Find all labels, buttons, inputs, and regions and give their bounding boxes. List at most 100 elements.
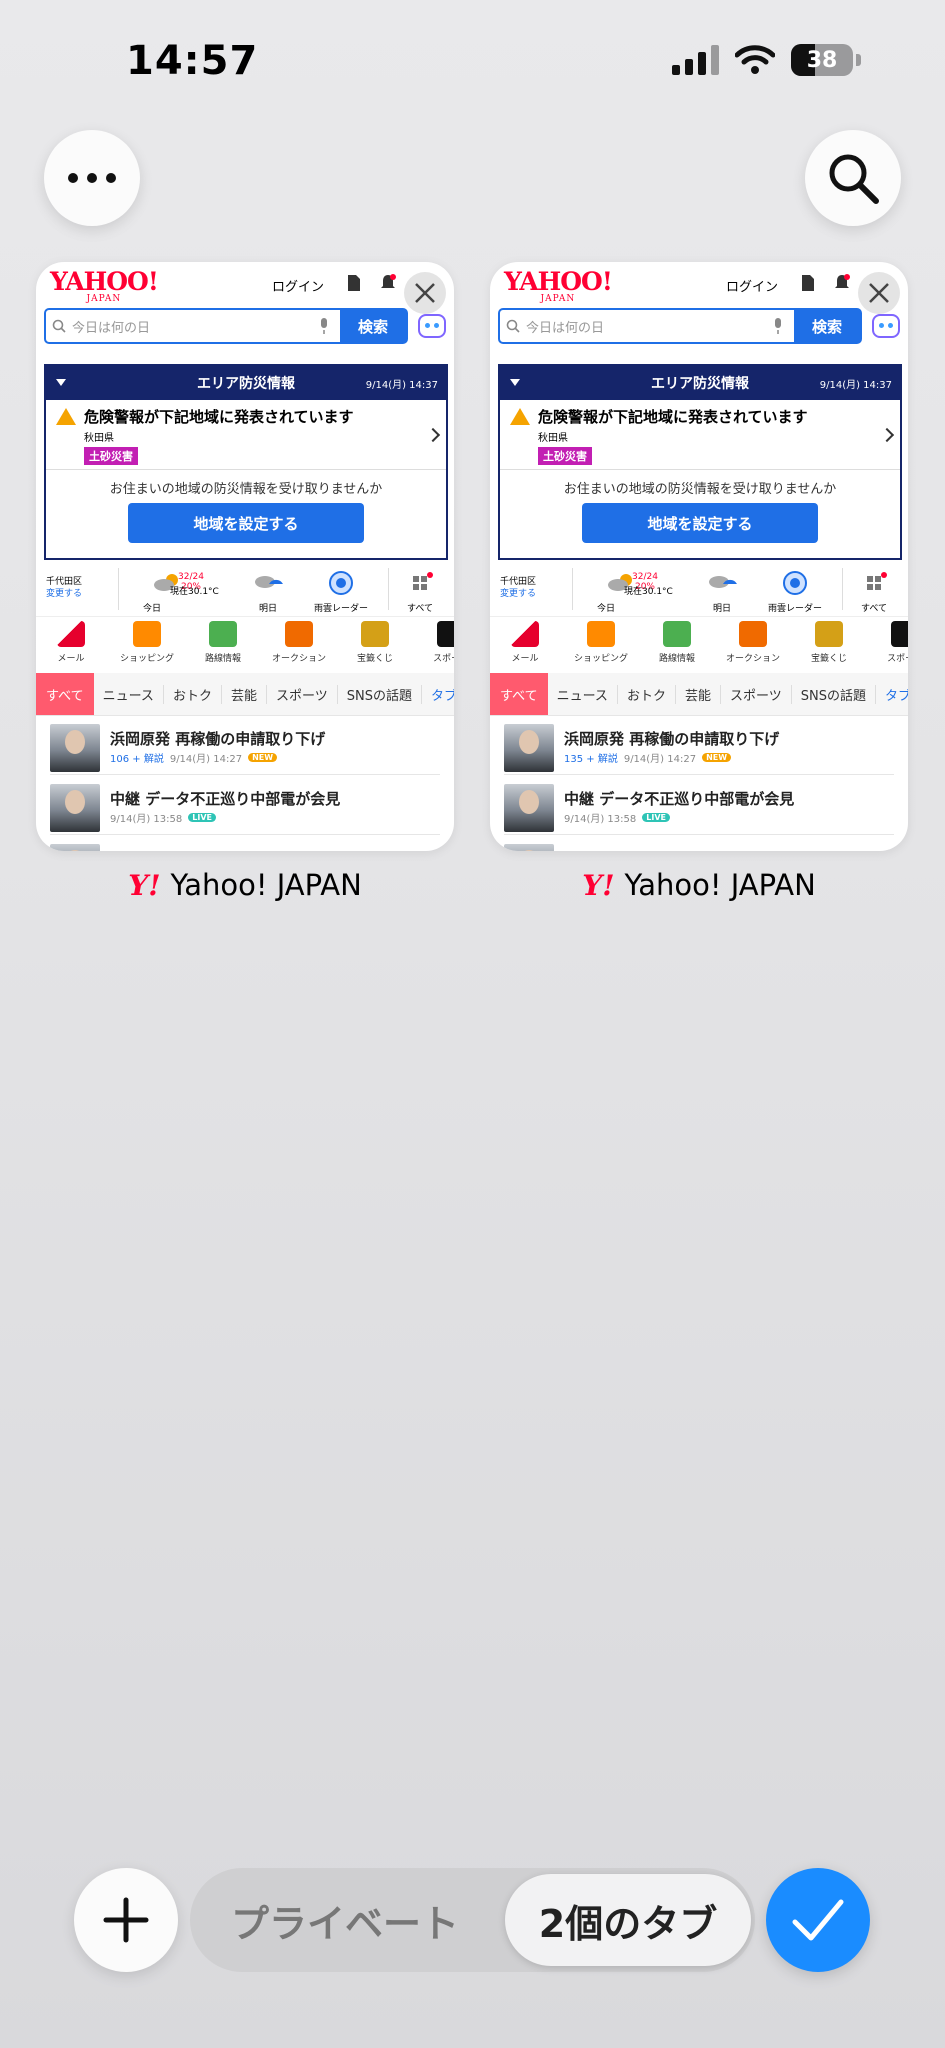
- search-field[interactable]: 今日は何の日 検索: [498, 308, 862, 344]
- news-tab-all[interactable]: すべて: [36, 673, 94, 715]
- collapse-icon[interactable]: [510, 379, 520, 386]
- weather-today[interactable]: 32/24 20% 現在30.1°C 今日: [122, 566, 219, 614]
- today-label: 今日: [596, 604, 615, 614]
- service-transit[interactable]: 路線情報: [642, 621, 712, 664]
- set-area-button[interactable]: 地域を設定する: [128, 503, 364, 543]
- news-tab[interactable]: おトク: [164, 684, 222, 704]
- collapse-icon[interactable]: [56, 379, 66, 386]
- alert-message: 危険警報が下記地域に発表されています: [84, 408, 354, 426]
- service-auction[interactable]: オークション: [718, 621, 788, 664]
- location-change[interactable]: 変更する: [46, 588, 82, 600]
- news-time: 9/14(月) 14:27: [169, 754, 243, 765]
- news-item[interactable]: [504, 838, 894, 851]
- location-name: 千代田区: [500, 577, 537, 587]
- news-headline: 中継 データ不正巡り中部電が会見: [110, 790, 341, 808]
- new-tab-button[interactable]: [74, 1868, 178, 1972]
- more-button[interactable]: [44, 130, 140, 226]
- news-headline: 浜岡原発 再稼働の申請取り下げ: [564, 730, 780, 748]
- service-label: メール: [57, 654, 85, 664]
- news-item[interactable]: 浜岡原発 再稼働の申請取り下げ 106 + 解説 9/14(月) 14:27 NEW: [50, 718, 440, 775]
- service-sports[interactable]: スポーツ: [870, 621, 908, 664]
- alert-date: 9/14(月) 14:37: [365, 379, 438, 391]
- logo-text: YAHOO!: [504, 267, 613, 296]
- bell-icon: [835, 274, 850, 288]
- news-tab[interactable]: タブ: [422, 685, 454, 704]
- news-tab[interactable]: 芸能: [676, 684, 721, 704]
- all-services[interactable]: すべて: [398, 566, 442, 614]
- news-tab[interactable]: ニュース: [548, 684, 618, 704]
- weather-today[interactable]: 32/24 20% 現在30.1°C 今日: [576, 566, 673, 614]
- rain-radar[interactable]: 雨雲レーダー: [308, 566, 374, 614]
- rain-radar[interactable]: 雨雲レーダー: [762, 566, 828, 614]
- set-area-button[interactable]: 地域を設定する: [582, 503, 818, 543]
- news-headline: 浜岡原発 再稼働の申請取り下げ: [110, 730, 326, 748]
- checkmark-icon: [792, 1899, 844, 1941]
- service-shopping[interactable]: ショッピング: [566, 621, 636, 664]
- news-tab[interactable]: SNSの話題: [338, 684, 422, 704]
- weather-location[interactable]: 千代田区 変更する: [500, 576, 536, 600]
- login-link[interactable]: ログイン: [272, 276, 324, 295]
- service-mail[interactable]: メール: [36, 621, 106, 664]
- tab-title[interactable]: Y! Yahoo! JAPAN: [36, 868, 454, 902]
- service-shopping[interactable]: ショッピング: [112, 621, 182, 664]
- close-tab-button[interactable]: [404, 272, 446, 314]
- news-item[interactable]: 中継 データ不正巡り中部電が会見 9/14(月) 13:58 LIVE: [504, 778, 894, 835]
- news-item[interactable]: [50, 838, 440, 851]
- news-tab[interactable]: タブ: [876, 685, 908, 704]
- weather-location[interactable]: 千代田区 変更する: [46, 576, 82, 600]
- tab-title[interactable]: Y! Yahoo! JAPAN: [490, 868, 908, 902]
- wifi-icon: [735, 45, 775, 74]
- search-button[interactable]: [805, 130, 901, 226]
- mic-icon[interactable]: [772, 317, 784, 335]
- tomorrow-label: 明日: [258, 604, 277, 614]
- news-tab[interactable]: おトク: [618, 684, 676, 704]
- news-tab[interactable]: スポーツ: [721, 684, 792, 704]
- assistant-icon[interactable]: [872, 314, 900, 338]
- search-submit-button[interactable]: 検索: [794, 310, 860, 342]
- close-tab-button[interactable]: [858, 272, 900, 314]
- service-transit[interactable]: 路線情報: [188, 621, 258, 664]
- tab-card[interactable]: YAHOO! JAPAN ログイン 今日は何の日 検索 エリア防災情報 9/14(月…: [490, 262, 908, 851]
- search-field[interactable]: 今日は何の日 検索: [44, 308, 408, 344]
- private-tab-group[interactable]: プライベート: [190, 1868, 500, 1972]
- radar-icon: [783, 571, 807, 595]
- tab-count-group[interactable]: 2個のタブ: [505, 1874, 751, 1966]
- news-tab[interactable]: 芸能: [222, 684, 267, 704]
- login-link[interactable]: ログイン: [726, 276, 778, 295]
- service-auction[interactable]: オークション: [264, 621, 334, 664]
- alert-item[interactable]: 危険警報が下記地域に発表されています 秋田県 土砂災害: [46, 400, 446, 470]
- weather-tomorrow[interactable]: 明日: [246, 566, 290, 614]
- alert-tag: 土砂災害: [538, 447, 592, 465]
- news-tab-all[interactable]: すべて: [490, 673, 548, 715]
- service-sports[interactable]: スポーツ: [416, 621, 454, 664]
- cart-icon: [587, 621, 615, 647]
- location-change[interactable]: 変更する: [500, 588, 536, 600]
- weather-tomorrow[interactable]: 明日: [700, 566, 744, 614]
- assistant-icon[interactable]: [418, 314, 446, 338]
- plus-icon: [103, 1897, 149, 1943]
- news-item[interactable]: 中継 データ不正巡り中部電が会見 9/14(月) 13:58 LIVE: [50, 778, 440, 835]
- service-label: ショッピング: [119, 654, 174, 664]
- search-submit-button[interactable]: 検索: [340, 310, 406, 342]
- alert-item[interactable]: 危険警報が下記地域に発表されています 秋田県 土砂災害: [500, 400, 900, 470]
- done-button[interactable]: [766, 1868, 870, 1972]
- service-lottery[interactable]: 宝籤くじ: [340, 621, 410, 664]
- news-tab[interactable]: ニュース: [94, 684, 164, 704]
- news-item[interactable]: 浜岡原発 再稼働の申請取り下げ 135 + 解説 9/14(月) 14:27 NEW: [504, 718, 894, 775]
- all-label: すべて: [406, 604, 433, 614]
- news-tab[interactable]: SNSの話題: [792, 684, 876, 704]
- tomorrow-label: 明日: [712, 604, 731, 614]
- all-services[interactable]: すべて: [852, 566, 896, 614]
- cloud-umbrella-icon: [709, 576, 737, 588]
- alert-prefecture: 秋田県: [538, 433, 568, 444]
- search-placeholder: 今日は何の日: [72, 320, 151, 336]
- service-lottery[interactable]: 宝籤くじ: [794, 621, 864, 664]
- service-mail[interactable]: メール: [490, 621, 560, 664]
- tab-card[interactable]: YAHOO! JAPAN ログイン 今日は何の日 検索 エリア防災情報 9/14(月…: [36, 262, 454, 851]
- news-tab[interactable]: スポーツ: [267, 684, 338, 704]
- bell-icon: [381, 274, 396, 288]
- news-thumbnail: [504, 784, 554, 832]
- mic-icon[interactable]: [318, 317, 330, 335]
- divider: [842, 568, 843, 610]
- news-thumbnail: [50, 724, 100, 772]
